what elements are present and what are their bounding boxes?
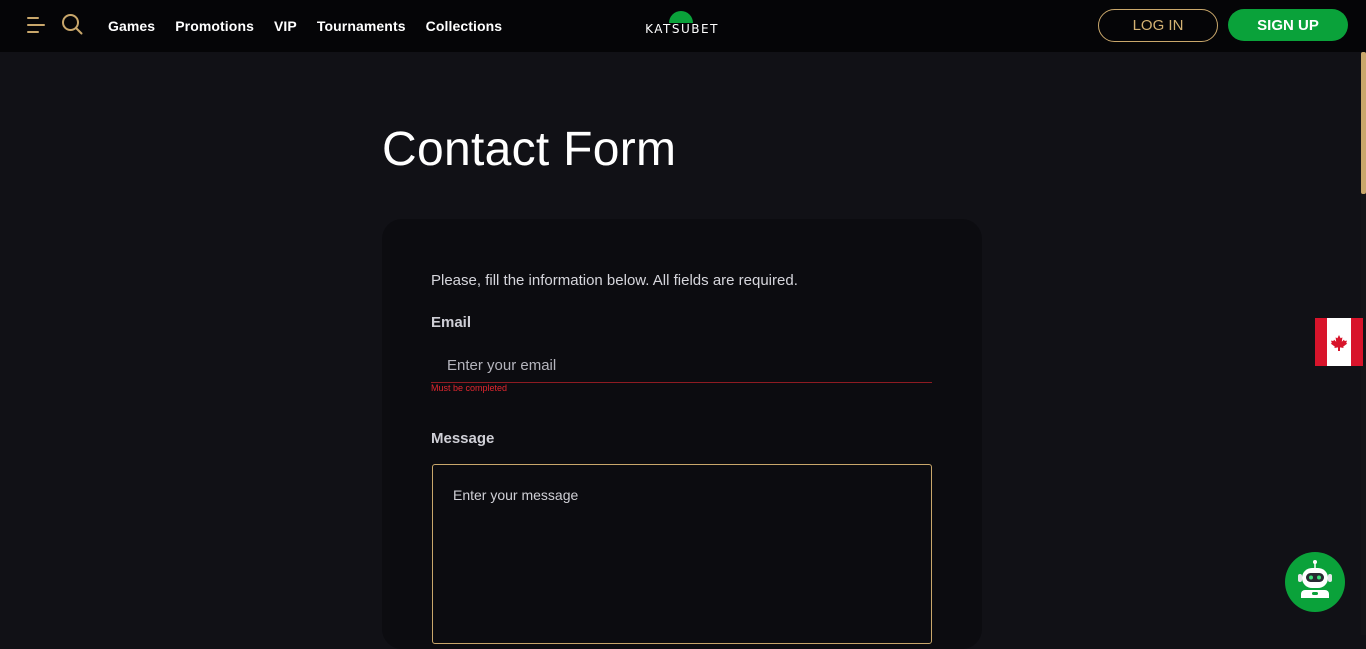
hamburger-menu-icon[interactable]	[27, 16, 45, 34]
scrollbar-thumb[interactable]	[1361, 52, 1366, 194]
page-title: Contact Form	[382, 123, 677, 176]
robot-icon	[1298, 560, 1332, 598]
main-nav: Games Promotions VIP Tournaments Collect…	[108, 0, 522, 52]
nav-promotions[interactable]: Promotions	[175, 18, 254, 34]
message-label: Message	[431, 430, 495, 447]
canada-flag-icon[interactable]	[1315, 318, 1363, 366]
email-error-message: Must be completed	[431, 383, 508, 393]
form-intro-text: Please, fill the information below. All …	[431, 272, 798, 289]
email-label: Email	[431, 314, 472, 331]
top-navigation-bar: Games Promotions VIP Tournaments Collect…	[0, 0, 1366, 52]
nav-tournaments[interactable]: Tournaments	[317, 18, 406, 34]
katsubet-logo[interactable]: KATSUBET	[638, 10, 726, 40]
signup-button[interactable]: SIGN UP	[1228, 9, 1348, 41]
nav-vip[interactable]: VIP	[274, 18, 297, 34]
email-field[interactable]	[431, 348, 932, 383]
chatbot-robot-icon[interactable]	[1285, 552, 1345, 612]
logo-text: KATSUBET	[645, 22, 719, 36]
search-icon[interactable]	[61, 13, 83, 35]
nav-collections[interactable]: Collections	[426, 18, 503, 34]
login-button[interactable]: LOG IN	[1098, 9, 1218, 42]
nav-games[interactable]: Games	[108, 18, 155, 34]
message-field[interactable]	[432, 464, 932, 644]
